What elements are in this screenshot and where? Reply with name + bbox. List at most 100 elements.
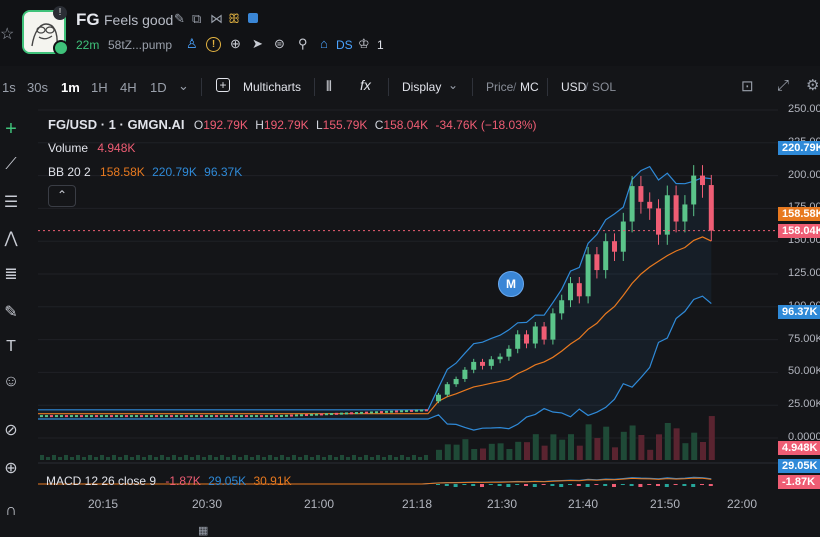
volume-bar [292,455,296,460]
copy-icon[interactable]: ⧉ [192,11,201,27]
candle [40,415,43,418]
info-badge[interactable]: ! [53,6,67,20]
volume-bar [524,442,530,460]
multicharts-button[interactable]: Multicharts [243,80,301,94]
candle [436,394,441,402]
crown-icon[interactable]: ♔ [358,36,370,52]
crosshair-icon[interactable]: + [0,118,22,141]
bb-basis-tag: 158.58K [778,207,820,221]
fullscreen-icon[interactable]: ⤢ [777,77,789,94]
bb-legend: BB 20 2 158.58K 220.79K 96.37K [48,165,242,179]
volume-bar [76,455,80,460]
candle [410,409,413,412]
telegram-icon[interactable]: ➤ [252,36,263,52]
macd-histogram-bar [480,484,484,487]
search-icon[interactable]: ⚲ [298,36,308,52]
volume-bar [178,457,182,460]
dexscreener-icon[interactable]: ⌂ [320,36,328,51]
sol-toggle[interactable]: SOL [592,80,616,94]
open-value: 192.79K [203,118,248,132]
display-button[interactable]: Display [402,80,441,94]
star-icon[interactable]: ☆ [0,24,14,44]
timeframe-4h[interactable]: 4H [120,80,137,95]
candle [594,254,600,271]
list-icon[interactable]: ⊜ [274,36,285,52]
chevron-down-icon[interactable]: ⌄ [178,78,189,94]
ds-label[interactable]: DS [336,38,353,52]
candle [390,410,393,413]
candle [300,414,303,417]
timeframe-1h[interactable]: 1H [91,80,108,95]
volume-bar [46,457,50,460]
contract-address[interactable]: 58tZ...pump [108,38,172,52]
share-icon[interactable]: ⋈ [210,11,223,27]
candle [305,414,308,417]
candles-icon[interactable]: ⫴ [326,78,332,95]
zoom-icon[interactable]: ⊕ [0,458,22,478]
candle [691,175,697,205]
candle [335,412,338,415]
fib-icon[interactable]: ≣ [0,264,22,284]
candle [75,415,78,418]
trendline-icon[interactable]: ⟋ [0,156,22,174]
user-icon[interactable]: ♙ [186,36,198,52]
pattern-icon[interactable]: ⋀ [0,228,22,248]
volume-bar [70,457,74,460]
timeframe-1s[interactable]: 1s [2,80,16,95]
mc-toggle[interactable]: MC [520,80,539,94]
macd-histogram-bar [515,484,520,485]
calendar-icon[interactable]: ▦ [198,524,208,537]
volume-bar [700,441,706,460]
gear-icon[interactable]: ⚙ [806,76,819,94]
volume-bar [280,455,284,460]
brush-icon[interactable]: ✎ [0,302,22,322]
verified-icon[interactable] [248,13,258,23]
magnet-icon[interactable]: ∩ [0,502,22,520]
macd-histogram-bar [488,484,493,485]
migration-marker[interactable]: M [498,271,524,297]
volume-bar [184,455,188,460]
low-label: L [315,118,323,132]
price-toggle[interactable]: Price [486,80,513,94]
candle [225,415,228,418]
globe-icon[interactable]: ⊕ [230,36,241,52]
collapse-legend-button[interactable]: ⌃ [48,185,76,207]
timeframe-1m[interactable]: 1m [61,80,80,95]
volume-bar [262,457,266,460]
usd-toggle[interactable]: USD [561,80,586,94]
volume-bar [304,455,308,460]
indicators-button[interactable]: fx [360,77,371,93]
y-tick-label: 50.00K [788,365,820,378]
macd-histogram-bar [436,484,440,485]
volume-bar [238,457,242,460]
candle [340,412,343,415]
macd-histogram-bar [506,484,511,487]
candle [295,414,298,417]
emoji-icon[interactable]: ☺ [0,373,22,391]
people-icon[interactable]: ꕥ [228,11,240,27]
y-tick-label: 125.00K [788,267,820,279]
text-icon[interactable]: T [0,338,22,356]
candle [155,415,158,418]
warning-icon[interactable]: ! [206,37,221,52]
volume-bar [274,457,278,460]
ruler-icon[interactable]: ⊘ [0,420,22,440]
volume-bar [603,426,610,460]
candle [480,361,485,366]
edit-icon[interactable]: ✎ [174,11,185,27]
high-value: 192.79K [263,118,309,132]
volume-bar [382,457,386,460]
bb-upper: 220.79K [152,165,197,179]
volume-bar [418,457,422,460]
volume-bar [136,455,140,460]
add-icon[interactable]: + [216,78,230,92]
chevron-down-icon[interactable]: ⌄ [448,78,458,92]
horizontal-lines-icon[interactable]: ☰ [0,192,22,212]
timeframe-1d[interactable]: 1D [150,80,167,95]
volume-bar [310,457,314,460]
candle [50,415,53,418]
volume-bar [112,455,116,460]
timeframe-30s[interactable]: 30s [27,80,48,95]
symbol-label: FG/USD · 1 · GMGN.AI [48,117,185,132]
camera-icon[interactable]: ⊡ [741,77,754,95]
